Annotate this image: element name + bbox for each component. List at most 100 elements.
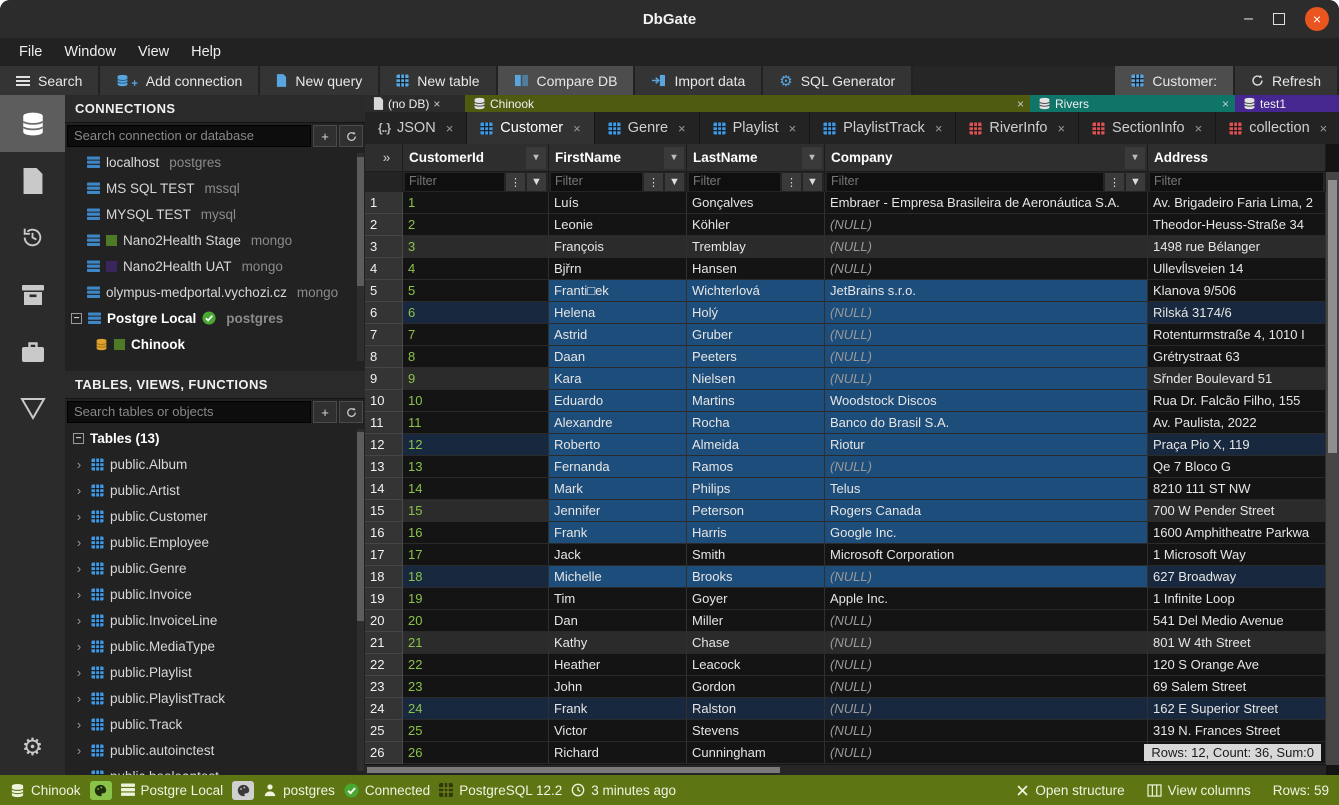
- grid-cell[interactable]: 16: [403, 522, 549, 544]
- row-number[interactable]: 9: [365, 368, 403, 390]
- import-data-button[interactable]: Import data: [635, 66, 763, 95]
- table-item-public-invoice[interactable]: ›public.Invoice: [65, 581, 365, 607]
- grid-cell[interactable]: Heather: [549, 654, 687, 676]
- grid-cell[interactable]: 700 W Pender Street: [1148, 500, 1326, 522]
- minimize-button[interactable]: –: [1244, 14, 1253, 24]
- row-number[interactable]: 7: [365, 324, 403, 346]
- table-item-public-mediatype[interactable]: ›public.MediaType: [65, 633, 365, 659]
- chevron-right-icon[interactable]: ›: [73, 587, 85, 602]
- grid-cell[interactable]: JetBrains s.r.o.: [825, 280, 1148, 302]
- grid-cell[interactable]: Daan: [549, 346, 687, 368]
- connection-item-nano2health-stage[interactable]: Nano2Health Stagemongo: [65, 227, 365, 253]
- sidebar-item-files[interactable]: [0, 152, 65, 209]
- chevron-right-icon[interactable]: ›: [73, 665, 85, 680]
- grid-cell[interactable]: 23: [403, 676, 549, 698]
- grid-cell[interactable]: 18: [403, 566, 549, 588]
- grid-cell[interactable]: Victor: [549, 720, 687, 742]
- row-number[interactable]: 24: [365, 698, 403, 720]
- grid-cell[interactable]: (NULL): [825, 676, 1148, 698]
- chevron-right-icon[interactable]: ›: [73, 743, 85, 758]
- table-item-public-artist[interactable]: ›public.Artist: [65, 477, 365, 503]
- chevron-right-icon[interactable]: ›: [73, 613, 85, 628]
- grid-cell[interactable]: 24: [403, 698, 549, 720]
- row-number[interactable]: 23: [365, 676, 403, 698]
- grid-cell[interactable]: Cunningham: [687, 742, 825, 764]
- grid-cell[interactable]: 541 Del Medio Avenue: [1148, 610, 1326, 632]
- tab-genre[interactable]: Genre×: [595, 112, 700, 144]
- grid-cell[interactable]: Google Inc.: [825, 522, 1148, 544]
- add-connection-plus-button[interactable]: +: [313, 125, 337, 147]
- filter-funnel-button[interactable]: ▼: [803, 173, 822, 191]
- connections-search-input[interactable]: Search connection or database: [67, 125, 311, 147]
- grid-cell[interactable]: 2: [403, 214, 549, 236]
- row-number[interactable]: 12: [365, 434, 403, 456]
- grid-cell[interactable]: 19: [403, 588, 549, 610]
- grid-cell[interactable]: Harris: [687, 522, 825, 544]
- grid-cell[interactable]: Riotur: [825, 434, 1148, 456]
- connection-item-postgre-local[interactable]: −Postgre Localpostgres: [65, 305, 365, 331]
- filter-input[interactable]: Filter: [827, 173, 1103, 191]
- sidebar-item-archive[interactable]: [0, 266, 65, 323]
- filter-input[interactable]: Filter: [1150, 173, 1323, 191]
- table-item-public-album[interactable]: ›public.Album: [65, 451, 365, 477]
- grid-cell[interactable]: Nielsen: [687, 368, 825, 390]
- chevron-right-icon[interactable]: ›: [73, 717, 85, 732]
- grid-cell[interactable]: (NULL): [825, 720, 1148, 742]
- grid-cell[interactable]: (NULL): [825, 566, 1148, 588]
- tab-json[interactable]: {..}JSON×: [365, 112, 467, 144]
- menu-item-help[interactable]: Help: [180, 44, 232, 60]
- filter-menu-button[interactable]: ⋮: [1105, 173, 1124, 191]
- grid-cell[interactable]: 11: [403, 412, 549, 434]
- tab-playlist[interactable]: Playlist×: [700, 112, 811, 144]
- grid-cell[interactable]: 14: [403, 478, 549, 500]
- grid-cell[interactable]: Rilská 3174/6: [1148, 302, 1326, 324]
- grid-cell[interactable]: Luís: [549, 192, 687, 214]
- grid-cell[interactable]: 1 Infinite Loop: [1148, 588, 1326, 610]
- db-tab-test1[interactable]: test1: [1235, 95, 1339, 112]
- grid-cell[interactable]: Holý: [687, 302, 825, 324]
- grid-cell[interactable]: Ralston: [687, 698, 825, 720]
- grid-cell[interactable]: 20: [403, 610, 549, 632]
- grid-cell[interactable]: (NULL): [825, 236, 1148, 258]
- menu-item-view[interactable]: View: [127, 44, 180, 60]
- grid-cell[interactable]: Banco do Brasil S.A.: [825, 412, 1148, 434]
- column-header-firstname[interactable]: FirstName▾: [549, 144, 687, 172]
- row-number[interactable]: 11: [365, 412, 403, 434]
- grid-cell[interactable]: Astrid: [549, 324, 687, 346]
- connections-refresh-button[interactable]: [339, 125, 363, 147]
- chevron-right-icon[interactable]: ›: [73, 457, 85, 472]
- grid-cell[interactable]: Goyer: [687, 588, 825, 610]
- row-number[interactable]: 1: [365, 192, 403, 214]
- grid-cell[interactable]: 5: [403, 280, 549, 302]
- connection-item-chinook[interactable]: Chinook: [65, 331, 365, 357]
- grid-cell[interactable]: Roberto: [549, 434, 687, 456]
- row-number[interactable]: 2: [365, 214, 403, 236]
- grid-cell[interactable]: 6: [403, 302, 549, 324]
- tables-search-input[interactable]: Search tables or objects: [67, 401, 311, 423]
- grid-cell[interactable]: Almeida: [687, 434, 825, 456]
- grid-cell[interactable]: Telus: [825, 478, 1148, 500]
- tab-collection[interactable]: collection×: [1216, 112, 1339, 144]
- close-icon[interactable]: ×: [446, 121, 454, 136]
- filter-input[interactable]: Filter: [551, 173, 642, 191]
- close-icon[interactable]: ×: [433, 97, 440, 111]
- close-button[interactable]: ×: [1305, 7, 1329, 31]
- connection-item-ms-sql-test[interactable]: MS SQL TESTmssql: [65, 175, 365, 201]
- grid-cell[interactable]: Smith: [687, 544, 825, 566]
- grid-cell[interactable]: (NULL): [825, 654, 1148, 676]
- grid-cell[interactable]: Leacock: [687, 654, 825, 676]
- grid-cell[interactable]: Helena: [549, 302, 687, 324]
- row-number[interactable]: 21: [365, 632, 403, 654]
- row-number[interactable]: 16: [365, 522, 403, 544]
- grid-cell[interactable]: 69 Salem Street: [1148, 676, 1326, 698]
- connection-item-mysql-test[interactable]: MYSQL TESTmysql: [65, 201, 365, 227]
- row-number[interactable]: 8: [365, 346, 403, 368]
- grid-cell[interactable]: François: [549, 236, 687, 258]
- grid-cell[interactable]: 15: [403, 500, 549, 522]
- table-item-public-customer[interactable]: ›public.Customer: [65, 503, 365, 529]
- row-number[interactable]: 22: [365, 654, 403, 676]
- row-number[interactable]: 18: [365, 566, 403, 588]
- collapse-icon[interactable]: −: [71, 313, 82, 324]
- chevron-down-icon[interactable]: ▾: [1125, 147, 1145, 169]
- row-number[interactable]: 4: [365, 258, 403, 280]
